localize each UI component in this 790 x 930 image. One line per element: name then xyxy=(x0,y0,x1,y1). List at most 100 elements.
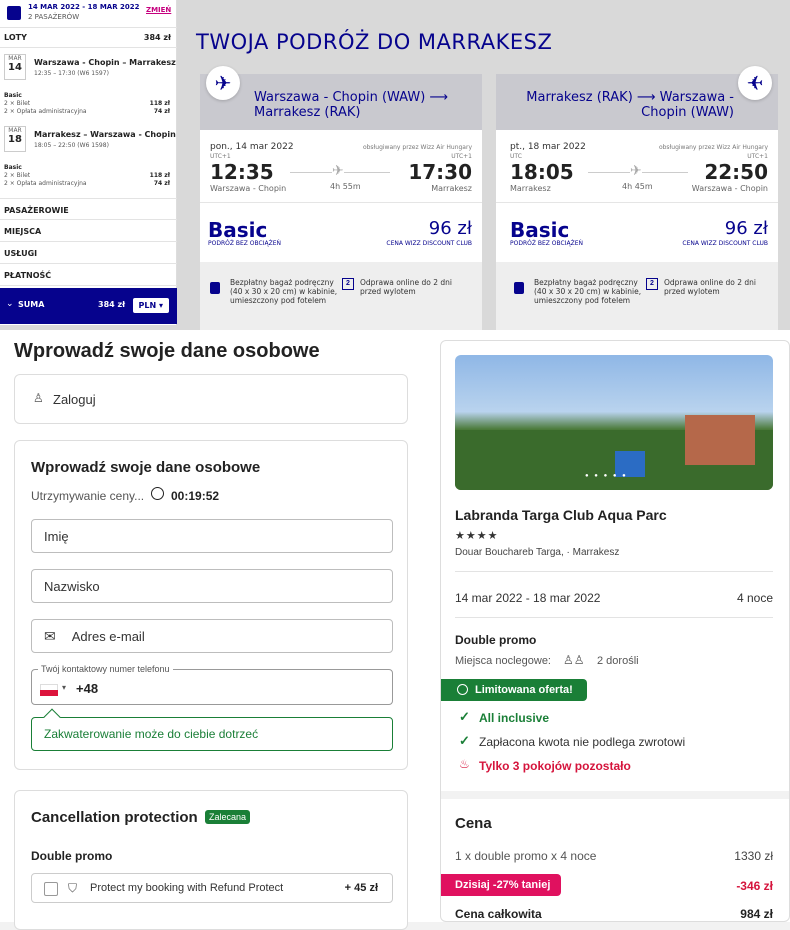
poland-flag-icon[interactable] xyxy=(40,684,58,696)
login-panel[interactable]: ♙ Zaloguj xyxy=(14,374,408,424)
tooltip-arrow xyxy=(43,708,61,726)
booking-summary-sidebar: 14 MAR 2022 - 18 MAR 2022 2 PASAŻERÓW ZM… xyxy=(0,0,177,325)
divider xyxy=(455,617,773,618)
flights-row: LOTY 384 zł xyxy=(0,28,177,48)
section-seats[interactable]: MIEJSCA xyxy=(0,220,177,242)
flight1-time: 12:35 – 17:30 (W6 1597) xyxy=(34,70,109,77)
outbound-title: Warszawa - Chopin (WAW) ⟶ Marrakesz (RAK… xyxy=(254,90,449,120)
section-seats-label: MIEJSCA xyxy=(4,227,42,236)
total-bar[interactable]: ⌄ SUMA 384 zł PLN ▾ xyxy=(0,288,177,324)
section-services-label: USŁUGI xyxy=(4,249,38,258)
flight2-month: MAR xyxy=(8,127,22,134)
flight1-date-box: MAR 14 xyxy=(4,54,26,80)
inbound-header: ✈ Marrakesz (RAK) ⟶ Warszawa - Chopin (W… xyxy=(496,66,778,130)
non-refundable-note: Zapłacona kwota nie podlega zwrotowi xyxy=(479,735,686,749)
all-inclusive: All inclusive xyxy=(479,711,550,725)
outbound-duration: 4h 55m xyxy=(330,182,361,191)
total-price-value: 984 zł xyxy=(740,907,773,921)
first-name-placeholder: Imię xyxy=(44,528,69,544)
section-gap xyxy=(441,791,789,799)
chevron-down-icon[interactable]: ▾ xyxy=(62,683,66,692)
first-name-field[interactable]: Imię xyxy=(31,519,393,553)
summary-passengers: 2 PASAŻERÓW xyxy=(28,13,80,21)
chevron-down-icon: ⌄ xyxy=(6,299,14,309)
room-type: Double promo xyxy=(455,633,537,647)
flight2-time: 18:05 – 22:50 (W6 1598) xyxy=(34,142,109,149)
login-link[interactable]: Zaloguj xyxy=(53,392,96,407)
outbound-dep-time: 12:35 xyxy=(210,160,274,184)
stay-dates: 14 mar 2022 - 18 mar 2022 xyxy=(455,591,601,605)
hotel-booking-page: Wprowadź swoje dane osobowe ♙ Zaloguj Wp… xyxy=(0,330,790,930)
outbound-flight-card: ✈ Warszawa - Chopin (WAW) ⟶ Marrakesz (R… xyxy=(200,66,482,330)
email-field[interactable]: ✉ Adres e-mail xyxy=(31,619,393,653)
outbound-bag: Bezpłatny bagaż podręczny (40 x 30 x 20 … xyxy=(230,278,338,305)
divider xyxy=(496,202,778,203)
recommended-badge: Zalecana xyxy=(205,810,251,824)
calendar-icon xyxy=(7,6,21,20)
section-passengers[interactable]: PASAŻEROWIE xyxy=(0,198,177,220)
price-hold-label: Utrzymywanie ceny... xyxy=(31,489,145,503)
outbound-arr-city: Marrakesz xyxy=(431,184,472,193)
price-line1-label: 1 x double promo x 4 noce xyxy=(455,849,597,863)
change-link[interactable]: ZMIEŃ xyxy=(146,6,171,14)
currency-select[interactable]: PLN ▾ xyxy=(132,298,169,313)
total-price-label: Cena całkowita xyxy=(455,907,542,921)
email-placeholder: Adres e-mail xyxy=(71,628,145,644)
last-name-field[interactable]: Nazwisko xyxy=(31,569,393,603)
inbound-fare-sub: PODRÓŻ BEZ OBCIĄŻEŃ xyxy=(510,240,583,247)
inbound-checkin-num: 2 xyxy=(650,280,654,287)
refund-protect-option[interactable]: ⛉ Protect my booking with Refund Protect… xyxy=(31,873,393,903)
outbound-utc-dep: UTC+1 xyxy=(210,153,231,160)
stay-nights: 4 noce xyxy=(736,591,773,605)
summary-dates: 14 MAR 2022 - 18 MAR 2022 xyxy=(28,3,140,11)
outbound-price: 96 zł xyxy=(428,218,472,239)
section-payment-label: PŁATNOŚĆ xyxy=(4,271,52,280)
refund-protect-checkbox[interactable] xyxy=(44,882,58,896)
hotel-name: Labranda Targa Club Aqua Parc xyxy=(455,507,667,523)
inbound-date: pt., 18 mar 2022 xyxy=(510,142,586,152)
discount-value: -346 zł xyxy=(736,879,773,893)
hotel-photo[interactable]: ● ● ● ● ● xyxy=(455,355,773,490)
inbound-arr-city: Warszawa - Chopin xyxy=(691,184,768,193)
clock-icon xyxy=(457,684,468,695)
price-title: Cena xyxy=(455,815,492,832)
inbound-footer: Bezpłatny bagaż podręczny (40 x 30 x 20 … xyxy=(496,262,778,330)
inbound-checkin: Odprawa online do 2 dni przed wylotem xyxy=(664,278,756,296)
inbound-utc-dep: UTC xyxy=(510,153,522,160)
bag-icon xyxy=(514,282,524,294)
flight2-line1: 2 × Bilet xyxy=(4,172,31,179)
wizz-booking-panel: 14 MAR 2022 - 18 MAR 2022 2 PASAŻERÓW ZM… xyxy=(0,0,790,330)
limited-offer-badge: Limitowana oferta! xyxy=(441,679,587,701)
flights-label: LOTY xyxy=(4,33,27,42)
divider xyxy=(455,571,773,572)
hotel-summary-panel: ● ● ● ● ● Labranda Targa Club Aqua Parc … xyxy=(440,340,790,922)
flight1-route: Warszawa - Chopin – Marrakesz xyxy=(34,58,176,67)
outbound-arr-time: 17:30 xyxy=(408,160,472,184)
divider xyxy=(200,202,482,203)
form-subheading: Wprowadź swoje dane osobowe xyxy=(31,459,261,476)
beds-label: Miejsca noclegowe: xyxy=(455,655,551,667)
last-name-placeholder: Nazwisko xyxy=(44,578,100,594)
flight1-line1-price: 118 zł xyxy=(149,100,170,107)
outbound-footer: Bezpłatny bagaż podręczny (40 x 30 x 20 … xyxy=(200,262,482,330)
countdown-timer: 00:19:52 xyxy=(171,489,220,503)
inbound-utc-arr: UTC+1 xyxy=(747,153,768,160)
phone-field[interactable]: Twój kontaktowy numer telefonu ▾ +48 xyxy=(31,664,393,705)
airplane-icon: ✈ xyxy=(630,162,642,179)
inbound-flight-card: ✈ Marrakesz (RAK) ⟶ Warszawa - Chopin (W… xyxy=(496,66,778,330)
shield-icon: ⛉ xyxy=(68,881,78,895)
flight2-day: 18 xyxy=(8,134,22,145)
photo-building xyxy=(685,415,755,465)
carousel-dots[interactable]: ● ● ● ● ● xyxy=(585,473,628,479)
total-label: SUMA xyxy=(18,300,45,309)
flight1-day: 14 xyxy=(8,62,22,73)
trip-title: TWOJA PODRÓŻ DO MARRAKESZ xyxy=(196,30,553,54)
tooltip-text: Zakwaterowanie może do ciebie dotrzeć xyxy=(44,727,259,741)
flight2-line2-price: 74 zł xyxy=(153,180,170,187)
clock-icon xyxy=(151,487,164,500)
outbound-price-sub: CENA WIZZ DISCOUNT CLUB xyxy=(386,240,472,247)
flight2-line2: 2 × Opłata administracyjna xyxy=(4,180,87,187)
refund-protect-label: Protect my booking with Refund Protect xyxy=(90,882,284,894)
section-services[interactable]: USŁUGI xyxy=(0,242,177,264)
section-payment[interactable]: PŁATNOŚĆ xyxy=(0,264,177,286)
